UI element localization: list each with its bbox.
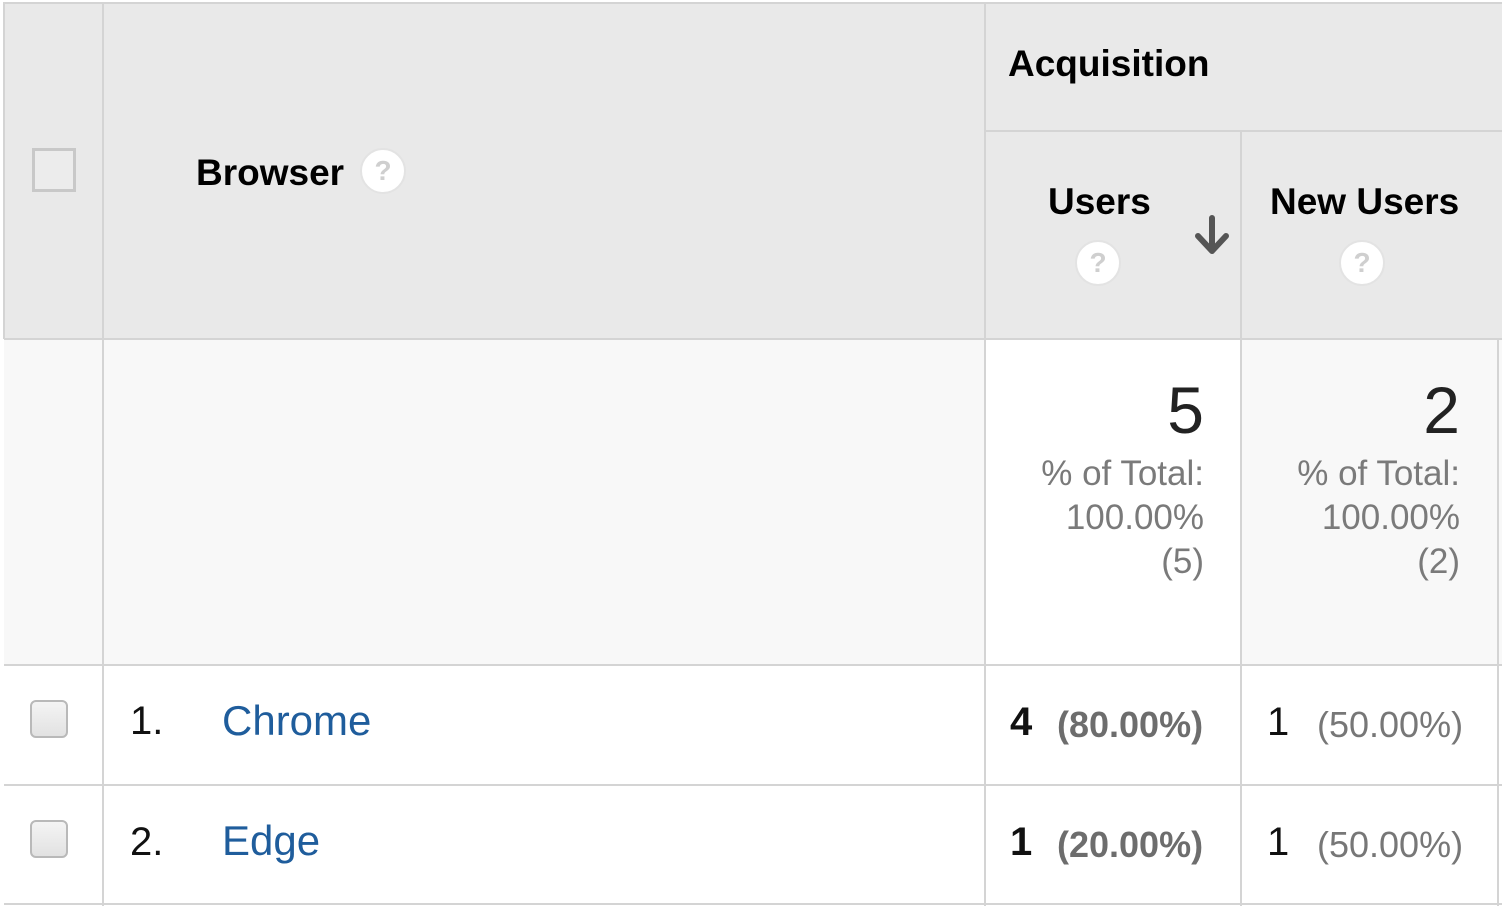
total-users-value: 5 xyxy=(1167,373,1204,447)
help-icon[interactable]: ? xyxy=(1075,240,1121,286)
total-new-users-pct-value: 100.00% xyxy=(1321,498,1460,537)
new-users-pct: (50.00%) xyxy=(1317,704,1464,745)
row-checkbox[interactable] xyxy=(30,700,68,738)
browser-link-edge[interactable]: Edge xyxy=(222,817,320,865)
new-users-value: 1 xyxy=(1267,820,1290,864)
help-icon[interactable]: ? xyxy=(1339,240,1385,286)
new-users-pct: (50.00%) xyxy=(1317,824,1464,865)
row-index: 2. xyxy=(130,820,164,864)
row-index: 1. xyxy=(130,699,164,743)
grid-line xyxy=(4,338,1502,340)
column-group-acquisition: Acquisition xyxy=(1008,43,1210,84)
users-value: 4 xyxy=(1010,700,1033,744)
new-users-value: 1 xyxy=(1267,700,1290,744)
row-checkbox[interactable] xyxy=(30,820,68,858)
users-pct: (20.00%) xyxy=(1057,824,1204,865)
grid-line xyxy=(3,2,5,339)
users-value: 1 xyxy=(1010,820,1033,864)
total-users-pct-value: 100.00% xyxy=(1065,498,1204,537)
column-header-browser[interactable]: Browser xyxy=(196,152,344,194)
column-header-users[interactable]: Users xyxy=(1048,181,1151,223)
grid-line xyxy=(4,903,1502,905)
total-new-users-pct-label: % of Total: xyxy=(1297,454,1460,493)
header-new-users-cell[interactable] xyxy=(1241,131,1502,339)
users-pct: (80.00%) xyxy=(1057,704,1204,745)
grid-line xyxy=(4,784,1502,786)
help-icon[interactable]: ? xyxy=(360,148,406,194)
grid-line xyxy=(4,2,1502,4)
select-all-checkbox[interactable] xyxy=(32,148,76,192)
total-new-users-base: (2) xyxy=(1417,542,1460,581)
total-users-pct-label: % of Total: xyxy=(1041,454,1204,493)
grid-line xyxy=(985,130,1502,132)
grid-line xyxy=(1240,130,1242,906)
arrow-down-icon[interactable] xyxy=(1192,214,1232,258)
column-header-new-users[interactable]: New Users xyxy=(1270,181,1459,223)
grid-line xyxy=(1497,339,1499,906)
browser-link-chrome[interactable]: Chrome xyxy=(222,697,371,745)
grid-line xyxy=(984,2,986,906)
grid-line xyxy=(4,664,1502,666)
total-users-base: (5) xyxy=(1161,542,1204,581)
totals-blank-cell xyxy=(4,339,985,665)
total-new-users-value: 2 xyxy=(1423,373,1460,447)
grid-line xyxy=(102,2,104,906)
